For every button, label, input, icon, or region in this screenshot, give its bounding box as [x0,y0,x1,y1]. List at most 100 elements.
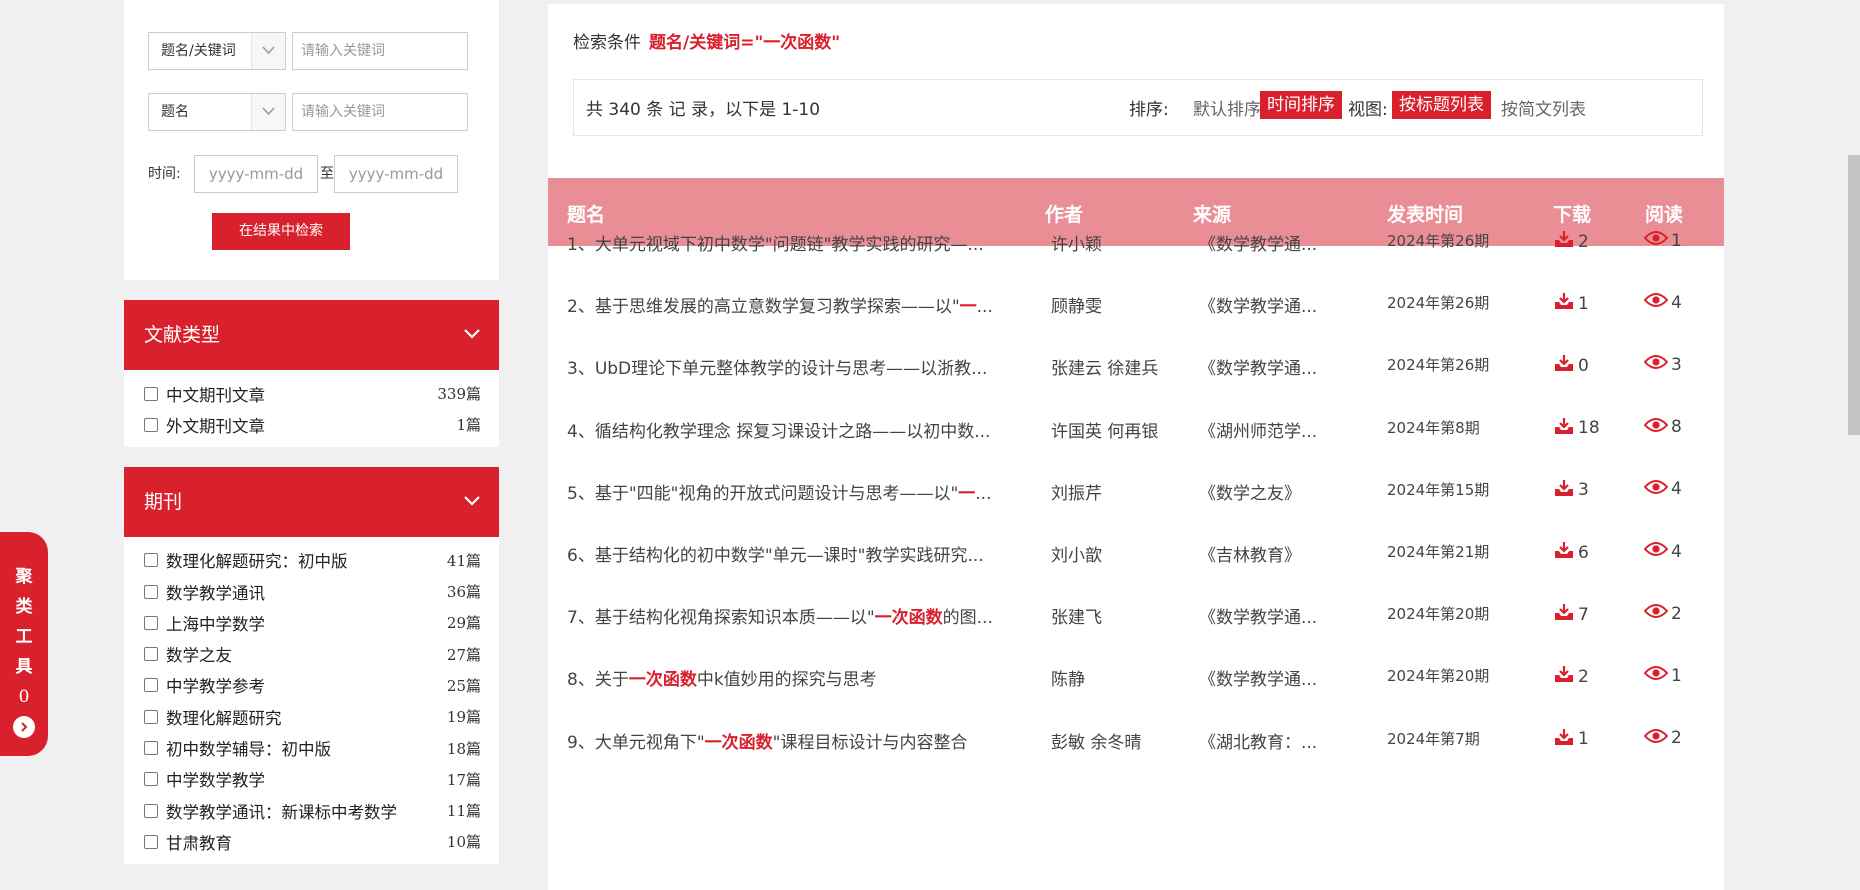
journal-facet-header[interactable]: 期刊 [124,466,499,537]
result-source[interactable]: 《数学之友》 [1199,479,1301,504]
facet-item[interactable]: 数理化解题研究 19篇 [144,701,481,732]
result-author[interactable]: 刘振芹 [1051,479,1102,504]
result-author[interactable]: 彭敏 余冬晴 [1051,728,1141,753]
result-source[interactable]: 《吉林教育》 [1199,541,1301,566]
keyword-input-1[interactable]: 请输入关键词 [292,32,468,70]
read-count[interactable]: 2 [1643,603,1682,624]
download-icon[interactable] [1553,665,1578,688]
cluster-tool-tab[interactable]: 聚类工具 0 [0,532,48,756]
download-icon[interactable] [1553,230,1578,253]
result-source[interactable]: 《湖州师范学... [1199,417,1317,442]
result-author[interactable]: 陈静 [1051,665,1085,690]
checkbox[interactable] [144,709,158,724]
keyword-input-2[interactable]: 请输入关键词 [292,93,468,131]
eye-icon[interactable] [1643,728,1671,749]
facet-item[interactable]: 数学教学通讯 36篇 [144,576,481,607]
download-count[interactable]: 2 [1553,230,1589,253]
doc-type-facet-header[interactable]: 文献类型 [124,300,499,370]
download-count[interactable]: 3 [1553,479,1589,502]
field2-select[interactable]: 题名 [148,93,286,131]
facet-item[interactable]: 中学教学参考 25篇 [144,670,481,701]
download-count[interactable]: 1 [1553,292,1589,315]
result-title-link[interactable]: 5、基于"四能"视角的开放式问题设计与思考——以"一... [567,479,1015,504]
read-count[interactable]: 1 [1643,665,1682,686]
read-count[interactable]: 4 [1643,292,1682,313]
eye-icon[interactable] [1643,354,1671,375]
checkbox[interactable] [144,386,158,401]
result-author[interactable]: 许小颖 [1051,230,1102,255]
result-title-link[interactable]: 2、基于思维发展的高立意数学复习教学探索——以"一... [567,292,1015,317]
download-count[interactable]: 7 [1553,603,1589,626]
checkbox[interactable] [144,678,158,693]
eye-icon[interactable] [1643,479,1671,500]
facet-item[interactable]: 中文期刊文章 339篇 [144,378,481,409]
checkbox[interactable] [144,615,158,630]
result-source[interactable]: 《湖北教育：... [1199,728,1317,753]
result-author[interactable]: 刘小歆 [1051,541,1102,566]
result-title-link[interactable]: 6、基于结构化的初中数学"单元—课时"教学实践研究... [567,541,1015,566]
date-to-input[interactable]: yyyy-mm-dd [334,155,458,193]
download-count[interactable]: 0 [1553,354,1589,377]
download-icon[interactable] [1553,354,1578,377]
facet-item[interactable]: 数理化解题研究：初中版 41篇 [144,545,481,576]
download-icon[interactable] [1553,541,1578,564]
facet-item[interactable]: 数学之友 27篇 [144,638,481,669]
facet-item[interactable]: 甘肃教育 10篇 [144,826,481,857]
result-title-link[interactable]: 8、关于一次函数中k值妙用的探究与思考 [567,665,1015,690]
eye-icon[interactable] [1643,603,1671,624]
facet-item[interactable]: 初中数学辅导：初中版 18篇 [144,732,481,763]
checkbox[interactable] [144,803,158,818]
checkbox[interactable] [144,834,158,849]
result-source[interactable]: 《数学教学通... [1199,354,1317,379]
download-icon[interactable] [1553,479,1578,502]
read-count[interactable]: 2 [1643,728,1682,749]
checkbox[interactable] [144,772,158,787]
read-count[interactable]: 1 [1643,230,1682,251]
download-icon[interactable] [1553,292,1578,315]
checkbox[interactable] [144,741,158,756]
view-abstract-list-option[interactable]: 按简文列表 [1501,95,1586,120]
eye-icon[interactable] [1643,665,1671,686]
view-title-list-option[interactable]: 按标题列表 [1392,91,1491,119]
result-author[interactable]: 顾静雯 [1051,292,1102,317]
read-count[interactable]: 8 [1643,417,1682,438]
result-title-link[interactable]: 4、循结构化教学理念 探复习课设计之路——以初中数... [567,417,1015,442]
result-title-link[interactable]: 1、大单元视域下初中数学"问题链"教学实践的研究—... [567,230,1015,255]
read-count[interactable]: 3 [1643,354,1682,375]
result-source[interactable]: 《数学教学通... [1199,292,1317,317]
result-source[interactable]: 《数学教学通... [1199,230,1317,255]
download-icon[interactable] [1553,728,1578,751]
checkbox[interactable] [144,584,158,599]
download-count[interactable]: 6 [1553,541,1589,564]
result-title-link[interactable]: 3、UbD理论下单元整体教学的设计与思考——以浙教... [567,354,1015,379]
checkbox[interactable] [144,647,158,662]
download-count[interactable]: 1 [1553,728,1589,751]
download-icon[interactable] [1553,603,1578,626]
checkbox[interactable] [144,417,158,432]
sort-time-option[interactable]: 时间排序 [1260,91,1342,119]
date-from-input[interactable]: yyyy-mm-dd [194,155,318,193]
read-count[interactable]: 4 [1643,541,1682,562]
eye-icon[interactable] [1643,292,1671,313]
download-count[interactable]: 18 [1553,417,1600,440]
facet-item[interactable]: 外文期刊文章 1篇 [144,409,481,440]
result-title-link[interactable]: 7、基于结构化视角探索知识本质——以"一次函数的图... [567,603,1015,628]
facet-item[interactable]: 数学教学通讯：新课标中考数学 11篇 [144,795,481,826]
download-icon[interactable] [1553,417,1578,440]
result-author[interactable]: 张建飞 [1051,603,1102,628]
eye-icon[interactable] [1643,541,1671,562]
sort-default-option[interactable]: 默认排序 [1193,95,1261,120]
facet-item[interactable]: 中学数学教学 17篇 [144,764,481,795]
field1-select[interactable]: 题名/关键词 [148,32,286,70]
result-author[interactable]: 张建云 徐建兵 [1051,354,1158,379]
facet-item[interactable]: 上海中学数学 29篇 [144,607,481,638]
scrollbar-thumb[interactable] [1848,155,1860,435]
eye-icon[interactable] [1643,417,1671,438]
result-source[interactable]: 《数学教学通... [1199,603,1317,628]
result-source[interactable]: 《数学教学通... [1199,665,1317,690]
result-author[interactable]: 许国英 何再银 [1051,417,1158,442]
result-title-link[interactable]: 9、大单元视角下"一次函数"课程目标设计与内容整合 [567,728,1015,753]
read-count[interactable]: 4 [1643,479,1682,500]
eye-icon[interactable] [1643,230,1671,251]
download-count[interactable]: 2 [1553,665,1589,688]
